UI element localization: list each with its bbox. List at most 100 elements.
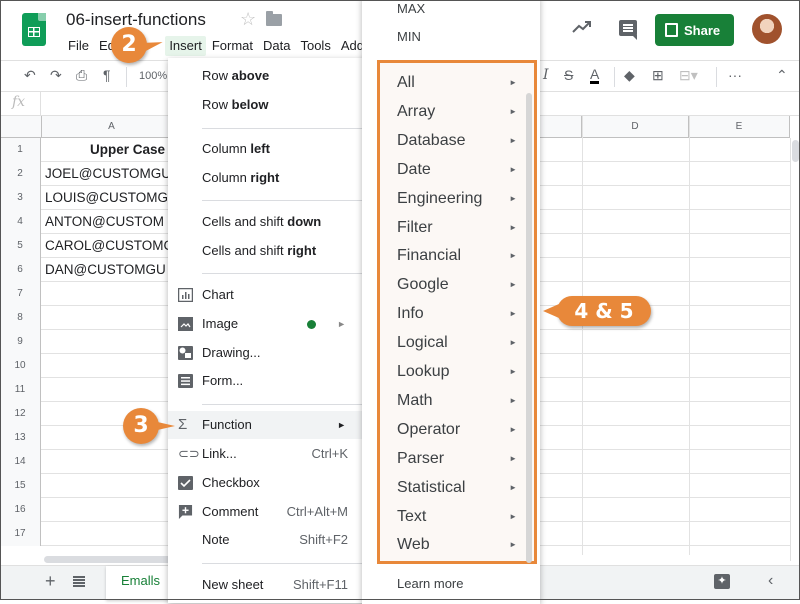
row-header[interactable]: 2	[0, 162, 41, 186]
menu-item-cells-shift-right[interactable]: Cells and shift right	[168, 237, 362, 265]
function-category-text[interactable]: Text ►	[397, 503, 517, 531]
function-category-parser[interactable]: Parser ►	[397, 445, 517, 473]
all-sheets-icon[interactable]	[73, 576, 85, 587]
menu-item-row-above[interactable]: Row above	[168, 62, 362, 90]
function-item-min[interactable]: MIN	[397, 29, 421, 44]
cell-a[interactable]: CAROL@CUSTOMC	[45, 234, 170, 258]
sheets-logo-icon[interactable]	[22, 13, 46, 46]
cell-a[interactable]	[45, 306, 170, 330]
menu-data[interactable]: Data	[259, 36, 294, 56]
function-item-max[interactable]: MAX	[397, 1, 425, 16]
merge-cells-icon[interactable]: ⊟▾	[679, 67, 698, 84]
category-scrollbar[interactable]	[526, 93, 532, 563]
row-header[interactable]: 12	[0, 402, 41, 426]
menu-format[interactable]: Format	[208, 36, 257, 56]
row-header[interactable]: 17	[0, 522, 41, 546]
function-category-lookup[interactable]: Lookup ►	[397, 358, 517, 386]
borders-icon[interactable]: ⊞	[652, 67, 664, 84]
row-header[interactable]: 14	[0, 450, 41, 474]
side-panel-toggle-icon[interactable]: ‹	[768, 572, 773, 590]
explore-icon[interactable]: ✦	[714, 574, 730, 589]
row-header[interactable]: 13	[0, 426, 41, 450]
menu-item-chart[interactable]: Chart	[168, 281, 362, 309]
function-category-filter[interactable]: Filter ►	[397, 214, 517, 242]
cell-a[interactable]	[45, 378, 170, 402]
more-options-icon[interactable]: ···	[728, 67, 742, 83]
menu-insert[interactable]: Insert	[165, 36, 206, 56]
column-header-d[interactable]: D	[582, 116, 689, 138]
row-header[interactable]: 6	[0, 258, 41, 282]
function-category-all[interactable]: All ►	[397, 69, 517, 97]
row-header[interactable]: 5	[0, 234, 41, 258]
vertical-scrollbar[interactable]	[790, 138, 800, 561]
menu-item-new-sheet[interactable]: New sheet Shift+F11	[168, 571, 362, 599]
menu-item-column-left[interactable]: Column left	[168, 135, 362, 163]
cell-a[interactable]: LOUIS@CUSTOMG	[45, 186, 170, 210]
cell-a[interactable]	[45, 474, 170, 498]
menu-item-checkbox[interactable]: Checkbox	[168, 469, 362, 497]
select-all-corner[interactable]	[0, 116, 42, 138]
row-header[interactable]: 9	[0, 330, 41, 354]
menu-item-form[interactable]: Form...	[168, 367, 362, 395]
cell-a[interactable]	[45, 282, 170, 306]
sheet-tab-emalls[interactable]: Emalls	[106, 566, 171, 600]
function-category-math[interactable]: Math ►	[397, 387, 517, 415]
cell-a[interactable]: Upper Case	[45, 138, 165, 162]
italic-icon[interactable]: I	[543, 67, 549, 83]
activity-trend-icon[interactable]	[572, 20, 592, 34]
function-category-logical[interactable]: Logical ►	[397, 329, 517, 357]
redo-icon[interactable]: ↷	[50, 67, 62, 84]
undo-icon[interactable]: ↶	[24, 67, 36, 84]
zoom-select[interactable]: 100%	[139, 70, 167, 82]
row-header[interactable]: 1	[0, 138, 41, 162]
cell-a[interactable]	[45, 522, 170, 546]
comments-icon[interactable]	[619, 20, 637, 40]
menu-item-note[interactable]: Note Shift+F2	[168, 526, 362, 554]
function-category-array[interactable]: Array ►	[397, 98, 517, 126]
cell-a[interactable]	[45, 354, 170, 378]
cell-a[interactable]	[45, 330, 170, 354]
row-header[interactable]: 4	[0, 210, 41, 234]
folder-icon[interactable]	[266, 11, 282, 26]
print-icon[interactable]: ⎙	[76, 67, 87, 84]
row-header[interactable]: 8	[0, 306, 41, 330]
menu-item-column-right[interactable]: Column right	[168, 164, 362, 192]
star-icon[interactable]: ☆	[240, 9, 256, 30]
column-header-e[interactable]: E	[689, 116, 790, 138]
function-category-engineering[interactable]: Engineering ►	[397, 185, 517, 213]
menu-item-image[interactable]: Image ►	[168, 310, 362, 338]
function-category-google[interactable]: Google ►	[397, 271, 517, 299]
row-header[interactable]: 3	[0, 186, 41, 210]
text-color-icon[interactable]: A	[590, 67, 600, 84]
function-category-statistical[interactable]: Statistical ►	[397, 474, 517, 502]
function-category-financial[interactable]: Financial ►	[397, 242, 517, 270]
function-category-operator[interactable]: Operator ►	[397, 416, 517, 444]
cell-a[interactable]: ANTON@CUSTOM	[45, 210, 170, 234]
cell-a[interactable]	[45, 450, 170, 474]
row-header[interactable]: 16	[0, 498, 41, 522]
fill-color-icon[interactable]: ◆	[624, 67, 635, 84]
menu-item-row-below[interactable]: Row below	[168, 91, 362, 119]
function-category-web[interactable]: Web ►	[397, 531, 517, 559]
function-category-info[interactable]: Info ►	[397, 300, 517, 328]
menu-item-function[interactable]: Σ Function ►	[168, 411, 362, 439]
paint-format-icon[interactable]: ¶	[103, 67, 111, 83]
document-title[interactable]: 06-insert-functions	[66, 10, 206, 30]
user-avatar[interactable]	[752, 14, 782, 44]
strikethrough-icon[interactable]: S	[564, 67, 573, 83]
menu-item-drawing[interactable]: Drawing...	[168, 339, 362, 367]
collapse-toolbar-icon[interactable]: ⌃	[776, 67, 788, 84]
function-category-database[interactable]: Database ►	[397, 127, 517, 155]
learn-more-link[interactable]: Learn more	[397, 576, 463, 591]
menu-tools[interactable]: Tools	[296, 36, 334, 56]
row-header[interactable]: 15	[0, 474, 41, 498]
row-header[interactable]: 11	[0, 378, 41, 402]
row-header[interactable]: 7	[0, 282, 41, 306]
share-button[interactable]: Share	[655, 14, 734, 46]
menu-item-comment[interactable]: Comment Ctrl+Alt+M	[168, 498, 362, 526]
row-header[interactable]: 10	[0, 354, 41, 378]
cell-a[interactable]: DAN@CUSTOMGU	[45, 258, 170, 282]
add-sheet-icon[interactable]: +	[45, 571, 56, 592]
cell-a[interactable]: JOEL@CUSTOMGU	[45, 162, 170, 186]
menu-file[interactable]: File	[64, 36, 93, 56]
